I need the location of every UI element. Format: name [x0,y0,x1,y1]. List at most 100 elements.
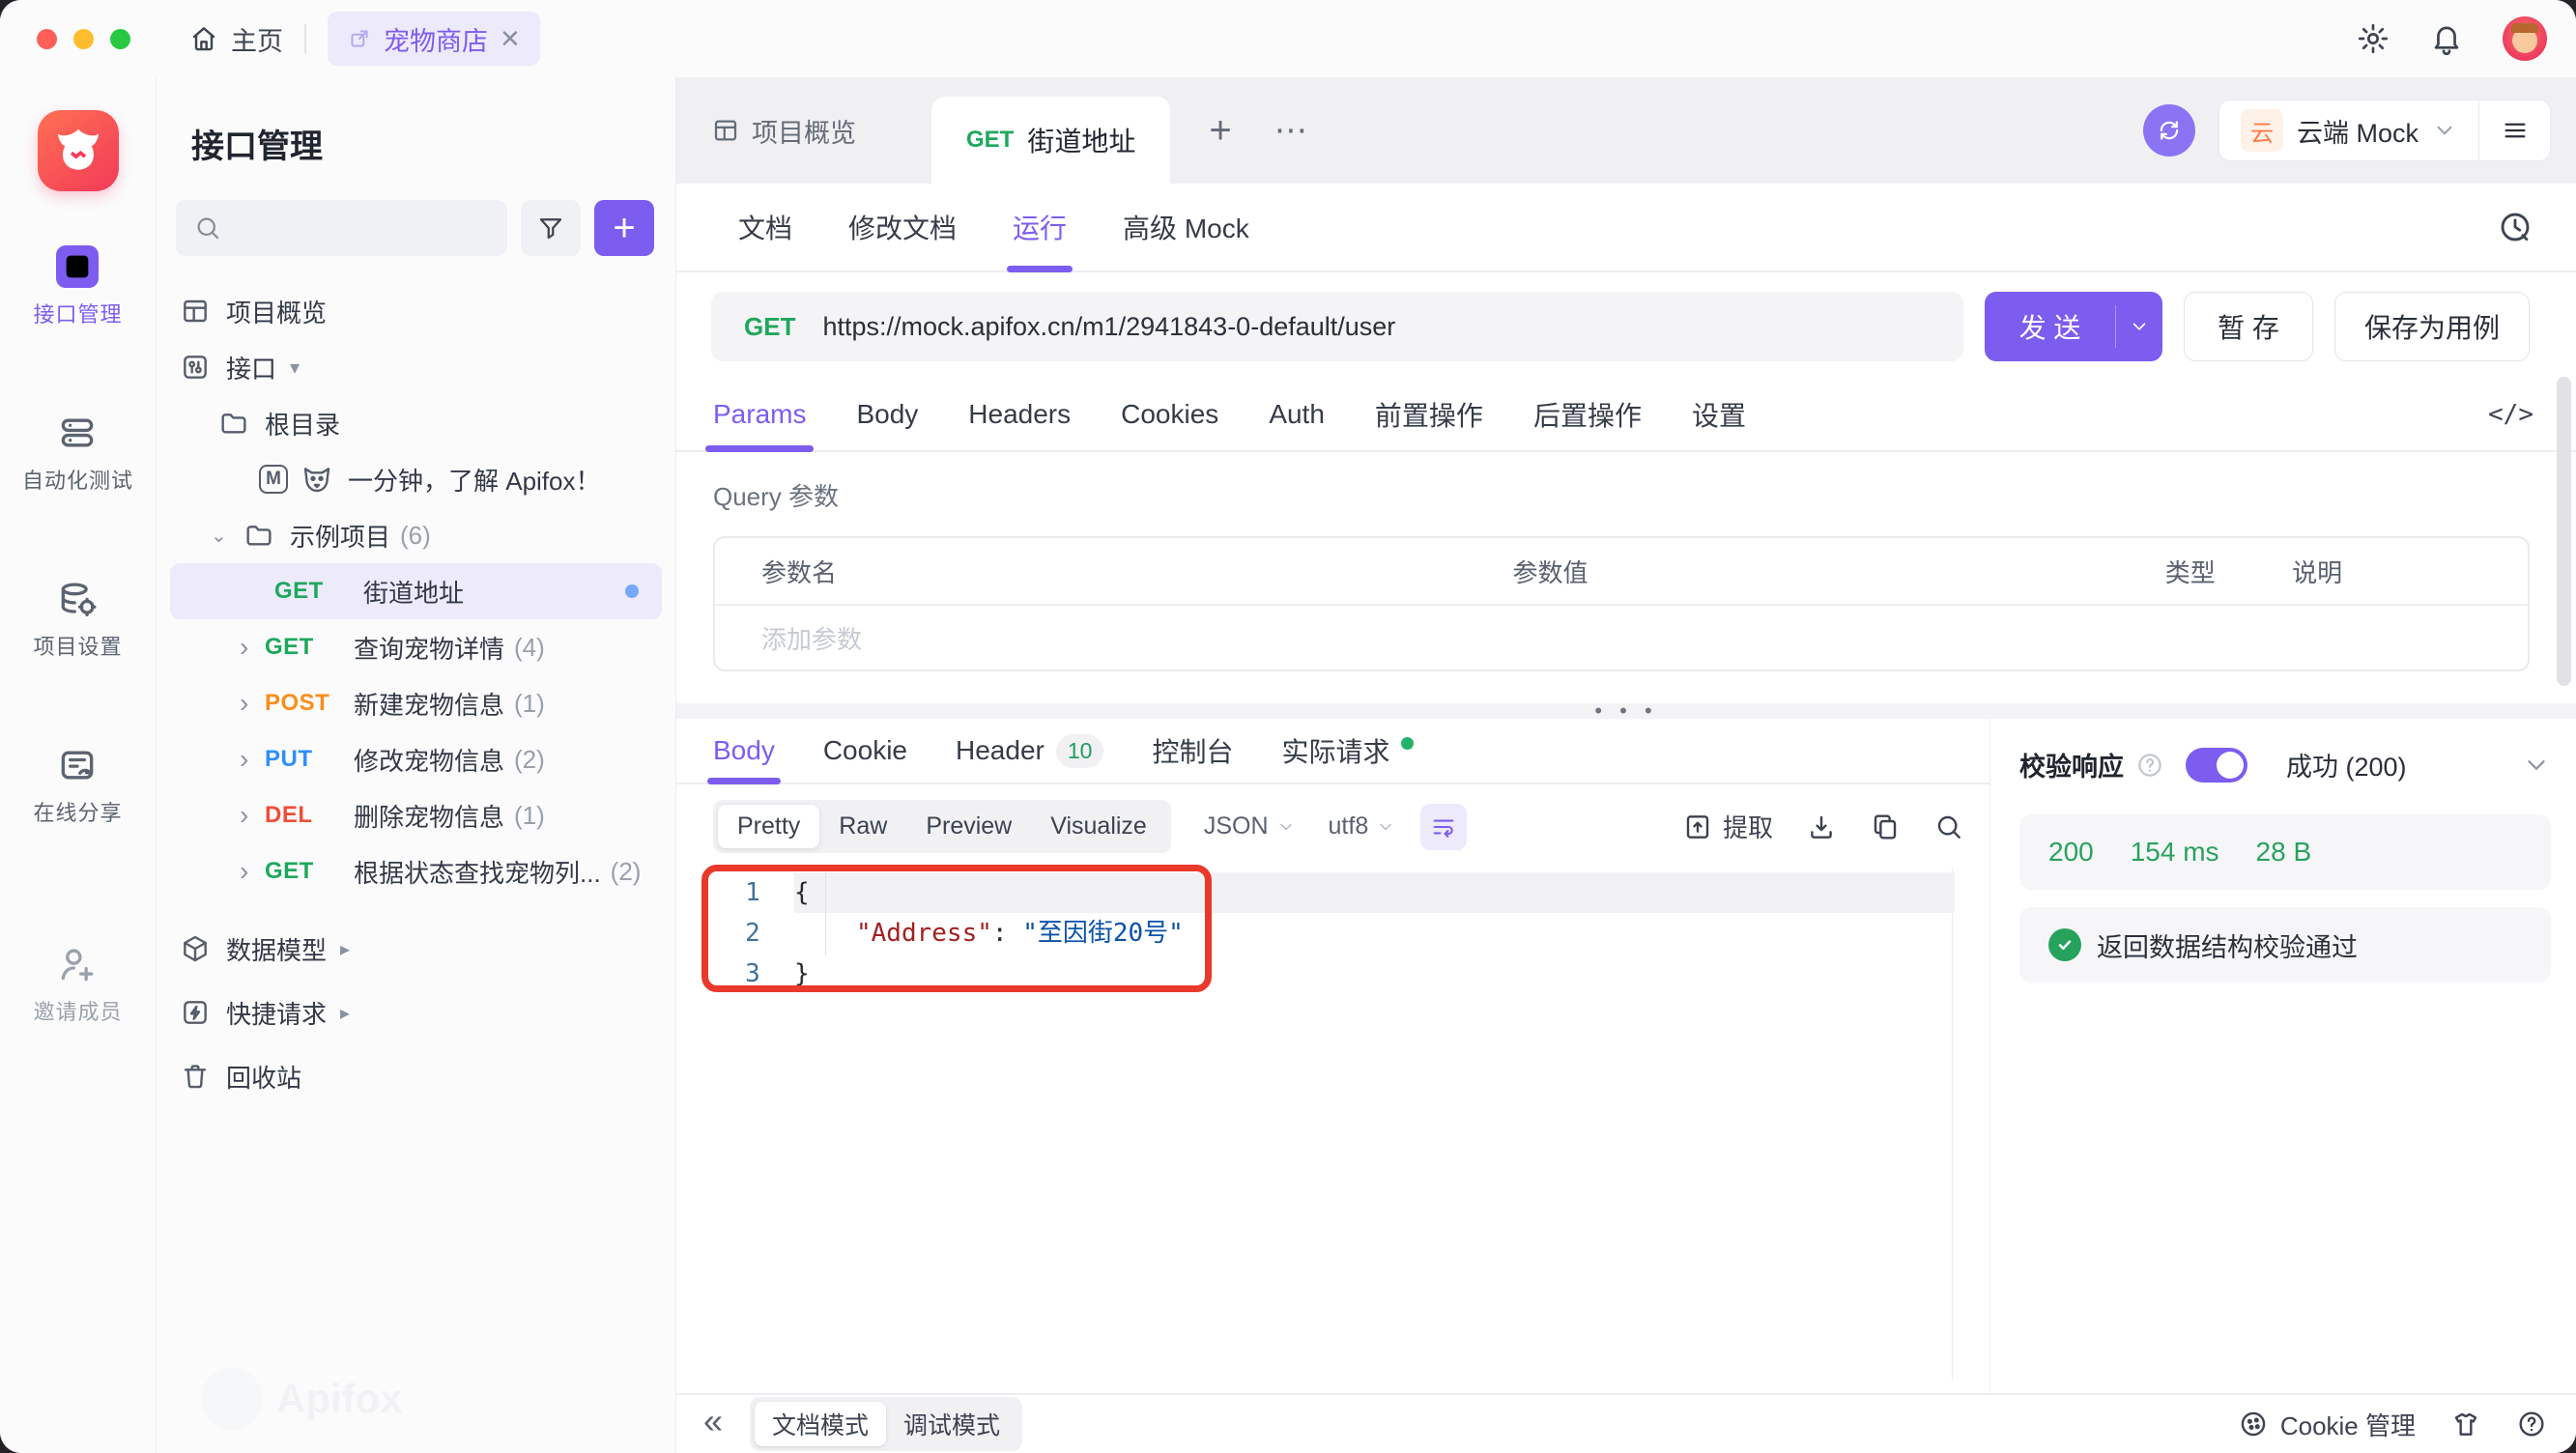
chevron-right-icon[interactable]: › [240,856,265,887]
mode-preview[interactable]: Preview [906,805,1031,848]
encoding-dropdown[interactable]: utf8 [1329,812,1396,840]
mode-visualize[interactable]: Visualize [1031,805,1166,848]
tree-item-root-folder[interactable]: 根目录 [157,395,675,451]
code-icon[interactable]: </> [2488,400,2533,429]
response-body-editor[interactable]: 1{ 2"Address": "至因街20号" 3} [711,869,1968,1380]
search-input[interactable] [176,200,507,256]
api-tree: 项目概览 接口 ▾ 根目录 M 一分钟，了解 Apifox！ ⌄ 示例项目 (6… [157,283,675,1108]
rail-item-project-settings[interactable]: 项目设置 [33,578,122,661]
add-api-button[interactable]: + [594,200,654,256]
rail-item-online-share[interactable]: 在线分享 [33,744,122,827]
tab-post-processors[interactable]: 后置操作 [1533,379,1642,450]
debug-mode-button[interactable]: 调试模式 [886,1402,1017,1446]
chevron-down-icon[interactable] [2522,751,2551,780]
online-share-icon [56,744,99,786]
scrollbar-thumb[interactable] [2557,377,2571,686]
tab-run[interactable]: 运行 [1013,184,1067,271]
tab-body[interactable]: Body [856,379,918,450]
tab-cookies[interactable]: Cookies [1121,379,1218,450]
caret-right-icon[interactable]: ▸ [340,937,350,961]
doc-mode-button[interactable]: 文档模式 [755,1402,886,1446]
new-tab-button[interactable]: + [1209,109,1231,153]
tab-project-overview[interactable]: 项目概览 [711,112,856,150]
tree-endpoint[interactable]: › GET 根据状态查找宠物列... (2) [157,843,675,899]
chevron-right-icon[interactable]: › [240,688,265,719]
tab-response-header[interactable]: Header 10 [956,719,1103,783]
bell-icon[interactable] [2429,21,2464,56]
method-badge[interactable]: GET [744,312,795,342]
tree-item-example-folder[interactable]: ⌄ 示例项目 (6) [157,507,675,563]
pane-resize-handle[interactable]: • • • [676,703,2576,719]
help-circle-icon[interactable] [2516,1409,2547,1439]
minimize-window-button[interactable] [73,29,94,49]
tree-endpoint[interactable]: › PUT 修改宠物信息 (2) [157,731,675,787]
tab-auth[interactable]: Auth [1269,379,1325,450]
tab-headers[interactable]: Headers [968,379,1071,450]
mode-raw[interactable]: Raw [819,805,906,848]
filter-button[interactable] [521,200,581,256]
mode-pretty[interactable]: Pretty [718,805,819,848]
tree-item-data-model[interactable]: 数据模型 ▸ [157,917,675,981]
chevron-down-icon[interactable]: ⌄ [211,524,236,548]
environment-select[interactable]: 云 云端 Mock [2218,100,2551,161]
close-window-button[interactable] [37,29,57,49]
tree-endpoint[interactable]: › POST 新建宠物信息 (1) [157,675,675,731]
send-button[interactable]: 发 送 [1985,292,2162,361]
history-clock-icon[interactable] [2497,209,2533,245]
line-number: 3 [711,954,794,994]
sync-button[interactable] [2143,104,2195,157]
tree-endpoint[interactable]: › DEL 删除宠物信息 (1) [157,787,675,843]
gear-icon[interactable] [2356,21,2390,56]
tab-actual-request[interactable]: 实际请求 [1281,719,1414,783]
project-tab[interactable]: 宠物商店 ✕ [328,12,540,66]
home-button[interactable]: 主页 [188,20,283,58]
save-as-case-button[interactable]: 保存为用例 [2334,292,2530,361]
tab-active-endpoint[interactable]: GET 街道地址 [931,97,1170,184]
tab-advanced-mock[interactable]: 高级 Mock [1123,184,1249,271]
help-circle-icon[interactable] [2135,751,2164,780]
copy-icon[interactable] [1870,812,1901,842]
environment-menu-button[interactable] [2478,100,2550,160]
tab-doc[interactable]: 文档 [738,184,792,271]
tree-endpoint[interactable]: › GET 查询宠物详情 (4) [157,619,675,675]
chevron-right-icon[interactable]: › [240,800,265,831]
tab-response-body[interactable]: Body [713,719,775,783]
word-wrap-button[interactable] [1420,804,1467,850]
chevron-right-icon[interactable]: › [240,632,265,663]
tree-item-markdown-doc[interactable]: M 一分钟，了解 Apifox！ [157,451,675,507]
chevron-right-icon[interactable]: › [240,744,265,775]
tab-request-settings[interactable]: 设置 [1692,379,1746,450]
tree-item-project-overview[interactable]: 项目概览 [157,283,675,339]
rail-item-automation[interactable]: 自动化测试 [22,412,133,495]
tab-pre-processors[interactable]: 前置操作 [1375,379,1483,450]
theme-shirt-icon[interactable] [2450,1409,2481,1439]
tab-console[interactable]: 控制台 [1152,719,1233,783]
tree-endpoint-selected[interactable]: GET 街道地址 [170,563,662,619]
tree-item-api-section[interactable]: 接口 ▾ [157,339,675,395]
more-tabs-button[interactable]: ⋯ [1274,111,1309,150]
tab-response-cookie[interactable]: Cookie [823,719,907,783]
cookie-manager-button[interactable]: Cookie 管理 [2238,1407,2416,1442]
add-param-row[interactable]: 添加参数 [715,606,2528,670]
tree-item-quick-request[interactable]: 快捷请求 ▸ [157,981,675,1044]
send-options-button[interactable] [2116,292,2162,361]
apifox-logo[interactable] [38,110,119,191]
caret-down-icon[interactable]: ▾ [290,356,300,380]
close-icon[interactable]: ✕ [500,26,521,51]
rail-item-invite-member[interactable]: 邀请成员 [33,943,122,1026]
validation-toggle[interactable] [2186,748,2247,783]
format-dropdown[interactable]: JSON [1204,812,1296,840]
avatar[interactable] [2503,16,2547,61]
tab-params[interactable]: Params [713,379,806,450]
tree-item-recycle-bin[interactable]: 回收站 [157,1044,675,1108]
extract-button[interactable]: 提取 [1682,809,1773,844]
zoom-window-button[interactable] [110,29,130,49]
tab-edit-doc[interactable]: 修改文档 [848,184,957,271]
url-text[interactable]: https://mock.apifox.cn/m1/2941843-0-defa… [822,312,1395,342]
caret-right-icon[interactable]: ▸ [340,1001,350,1025]
download-icon[interactable] [1806,812,1837,842]
search-icon[interactable] [1933,812,1964,842]
url-input[interactable]: GET https://mock.apifox.cn/m1/2941843-0-… [711,292,1963,361]
stash-button[interactable]: 暂 存 [2184,292,2313,361]
rail-item-api-management[interactable]: 接口管理 [33,245,122,328]
